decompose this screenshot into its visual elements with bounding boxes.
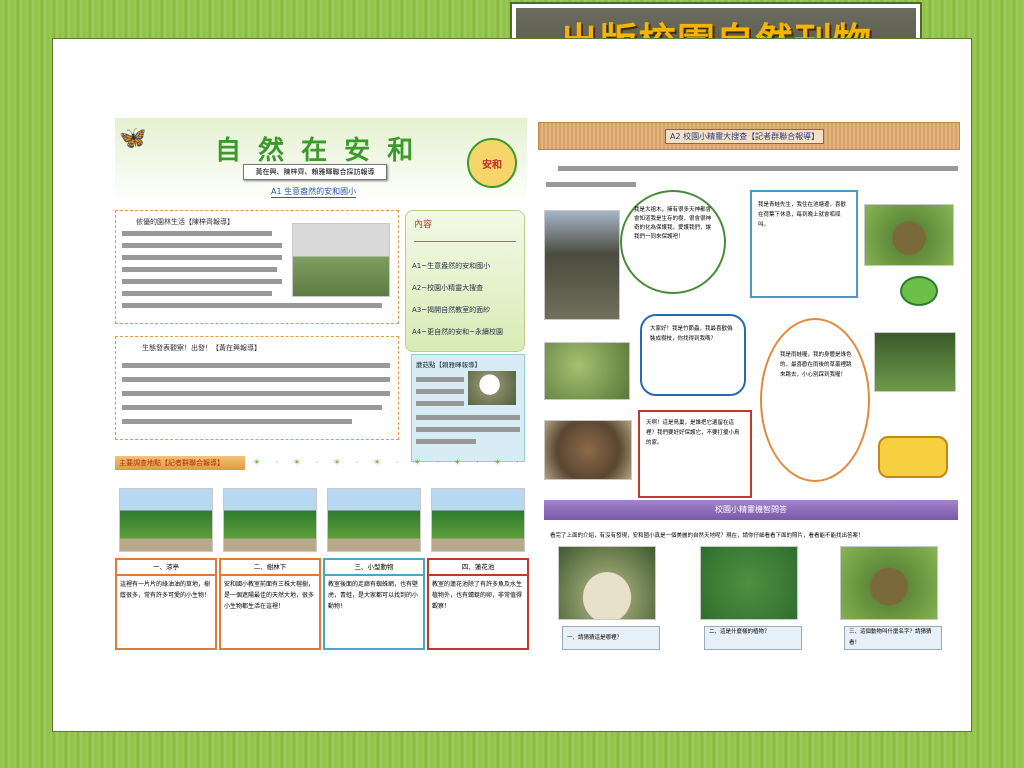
survey-title-bar: 主要調查地點【記者群聯合報導】 — [115, 456, 245, 470]
masthead: 🦋 自 然 在 安 和 黃在興、陳梓齊、賴雅暉聯合採訪報導 A1 生意盎然的安和… — [115, 118, 527, 204]
quiz-photo-1 — [558, 546, 656, 620]
spot-photo-pavilion — [119, 488, 213, 552]
spot-photo-trees — [223, 488, 317, 552]
section-1-title: 依優的園林生活【陳梓齊報導】 — [136, 218, 234, 226]
bus-cartoon-icon — [878, 436, 948, 478]
rain-frog-photo — [874, 332, 956, 392]
left-page: 🦋 自 然 在 安 和 黃在興、陳梓齊、賴雅暉聯合採訪報導 A1 生意盎然的安和… — [115, 118, 529, 658]
toc-item[interactable]: A4~更自然的安和~永續校園 — [412, 327, 503, 337]
right-header-title: A2 校園小精靈大搜查【記者群聯合報導】 — [665, 129, 825, 144]
quiz-intro: 看完了上面的介紹，有沒有發現，安和國小真是一個美麗的自然天地呢？現在，請你仔細看… — [550, 533, 864, 539]
toc-item[interactable]: A2~校園小精靈大搜查 — [412, 283, 483, 293]
frog-cartoon-icon — [900, 276, 938, 306]
quiz-header: 校園小精靈機智問答 — [715, 505, 787, 514]
bubble-text: 我是青蛙先生，我住在池塘邊，喜歡在荷葉下休息，每到晚上就會呱呱叫。 — [758, 202, 847, 228]
spot-photo-pond — [431, 488, 525, 552]
butterfly-icon: 🦋 — [119, 126, 147, 151]
masthead-title: 自 然 在 安 和 — [215, 136, 418, 166]
stick-insect-photo — [544, 342, 630, 400]
nest-photo — [544, 420, 632, 480]
frog-photo — [864, 204, 954, 266]
speech-bubble-tree: 我是大祖木，擁有很多天神都會會知道我是生存的樹，很會很神奇的化為保護我，愛護我們… — [620, 190, 726, 294]
tree-photo — [544, 210, 620, 320]
bubble-text: 天啊！這是鳥巢，是誰把它遺留在這裡？我們要好好保護它，不要打擾小鳥的家。 — [646, 420, 740, 446]
spot-card-3: 三、小型動物 教室後面的走廊有蜘蛛網，也有壁虎，青蛙，是大家都可以找到的小動物！ — [323, 558, 425, 650]
spot-photo-campus — [327, 488, 421, 552]
quiz-answer-box-2[interactable]: 二、這是什麼樣的植物？ — [704, 626, 802, 650]
spot-card-1: 一、涼亭 這裡有一片片的綠油油的草地，樹蔭很多，常有許多可愛的小生物！ — [115, 558, 217, 650]
quiz-photo-2 — [700, 546, 798, 620]
speech-bubble-nest: 天啊！這是鳥巢，是誰把它遺留在這裡？我們要好好保護它，不要打擾小鳥的家。 — [638, 410, 752, 498]
spot-card-2: 二、樹林下 安和國小教室前面有三株大榕樹，是一個遮陽最佳的天然大地，很多小生物都… — [219, 558, 321, 650]
toc-box: 內容 A1~生意盎然的安和國小 A2~校園小精靈大搜查 A3~揭開自然教室的面紗… — [405, 210, 525, 352]
spot-label: 四、蓮花池 — [429, 560, 527, 576]
quiz-answer-box-3[interactable]: 三、這個動物叫什麼名字？請猜猜看！ — [844, 626, 942, 650]
bubble-text: 我是大祖木，擁有很多天神都會會知道我是生存的樹，很會很神奇的化為保護我，愛護我們… — [634, 207, 712, 240]
spot-text: 安和國小教室前面有三株大榕樹，是一個遮陽最佳的天然大地，很多小生物都生活在這裡！ — [224, 581, 315, 610]
quiz-header-bar: 校園小精靈機智問答 — [544, 500, 958, 520]
mushroom-box: 蘑菇點【賴雅暉報導】 — [411, 354, 525, 462]
field-photo — [292, 223, 390, 297]
bubble-text: 大家好！我是竹節蟲，我最喜歡偽裝成樹枝，你找得到我嗎？ — [650, 326, 733, 342]
quiz-answer-box-1[interactable]: 一、請猜猜這是哪裡？ — [562, 626, 660, 650]
school-logo: 安和 — [467, 138, 517, 188]
spot-label: 一、涼亭 — [117, 560, 215, 576]
mushroom-title: 蘑菇點【賴雅暉報導】 — [416, 361, 481, 369]
speech-bubble-frog: 我是青蛙先生，我住在池塘邊，喜歡在荷葉下休息，每到晚上就會呱呱叫。 — [750, 190, 858, 298]
spot-text: 教室的蓮花池除了有許多魚及水生植物外，也有蜻蜓的卵，非常值得觀察！ — [432, 581, 523, 610]
spot-text: 這裡有一片片的綠油油的草地，樹蔭很多，常有許多可愛的小生物！ — [120, 581, 211, 599]
toc-item[interactable]: A3~揭開自然教室的面紗 — [412, 305, 490, 315]
decorative-stars: ✶ · ✶ · ✶ · ✶ · ✶ · ✶ · ✶ · ✶ — [253, 458, 521, 468]
authors-box: 黃在興、陳梓齊、賴雅暉聯合採訪報導 — [243, 164, 387, 180]
toc-divider — [414, 241, 516, 242]
spot-label: 三、小型動物 — [325, 560, 423, 576]
speech-bubble-rain-frog: 我是雨蛙喔，我的身體是綠色的，最喜歡在雨後的草叢裡跳來跳去，小心別踩到我喔！ — [760, 318, 870, 482]
toc-item[interactable]: A1~生意盎然的安和國小 — [412, 261, 490, 271]
section-2: 生態發表觀察！出發！【黃在興報導】 — [115, 336, 399, 440]
right-page: A2 校園小精靈大搜查【記者群聯合報導】 我是大祖木，擁有很多天神都會會知道我是… — [538, 118, 960, 658]
toc-heading: 內容 — [414, 220, 433, 230]
bubble-text: 我是雨蛙喔，我的身體是綠色的，最喜歡在雨後的草叢裡跳來跳去，小心別踩到我喔！ — [780, 352, 852, 378]
mushroom-photo — [468, 371, 516, 405]
spot-label: 二、樹林下 — [221, 560, 319, 576]
section-1: 依優的園林生活【陳梓齊報導】 — [115, 210, 399, 324]
spot-text: 教室後面的走廊有蜘蛛網，也有壁虎，青蛙，是大家都可以找到的小動物！ — [328, 581, 419, 610]
right-header-bar: A2 校園小精靈大搜查【記者群聯合報導】 — [538, 122, 960, 150]
spot-card-4: 四、蓮花池 教室的蓮花池除了有許多魚及水生植物外，也有蜻蜓的卵，非常值得觀察！ — [427, 558, 529, 650]
quiz-photo-3 — [840, 546, 938, 620]
issue-subtitle: A1 生意盎然的安和國小 — [271, 187, 357, 198]
speech-bubble-insect: 大家好！我是竹節蟲，我最喜歡偽裝成樹枝，你找得到我嗎？ — [640, 314, 746, 396]
section-2-title: 生態發表觀察！出發！【黃在興報導】 — [142, 344, 261, 352]
